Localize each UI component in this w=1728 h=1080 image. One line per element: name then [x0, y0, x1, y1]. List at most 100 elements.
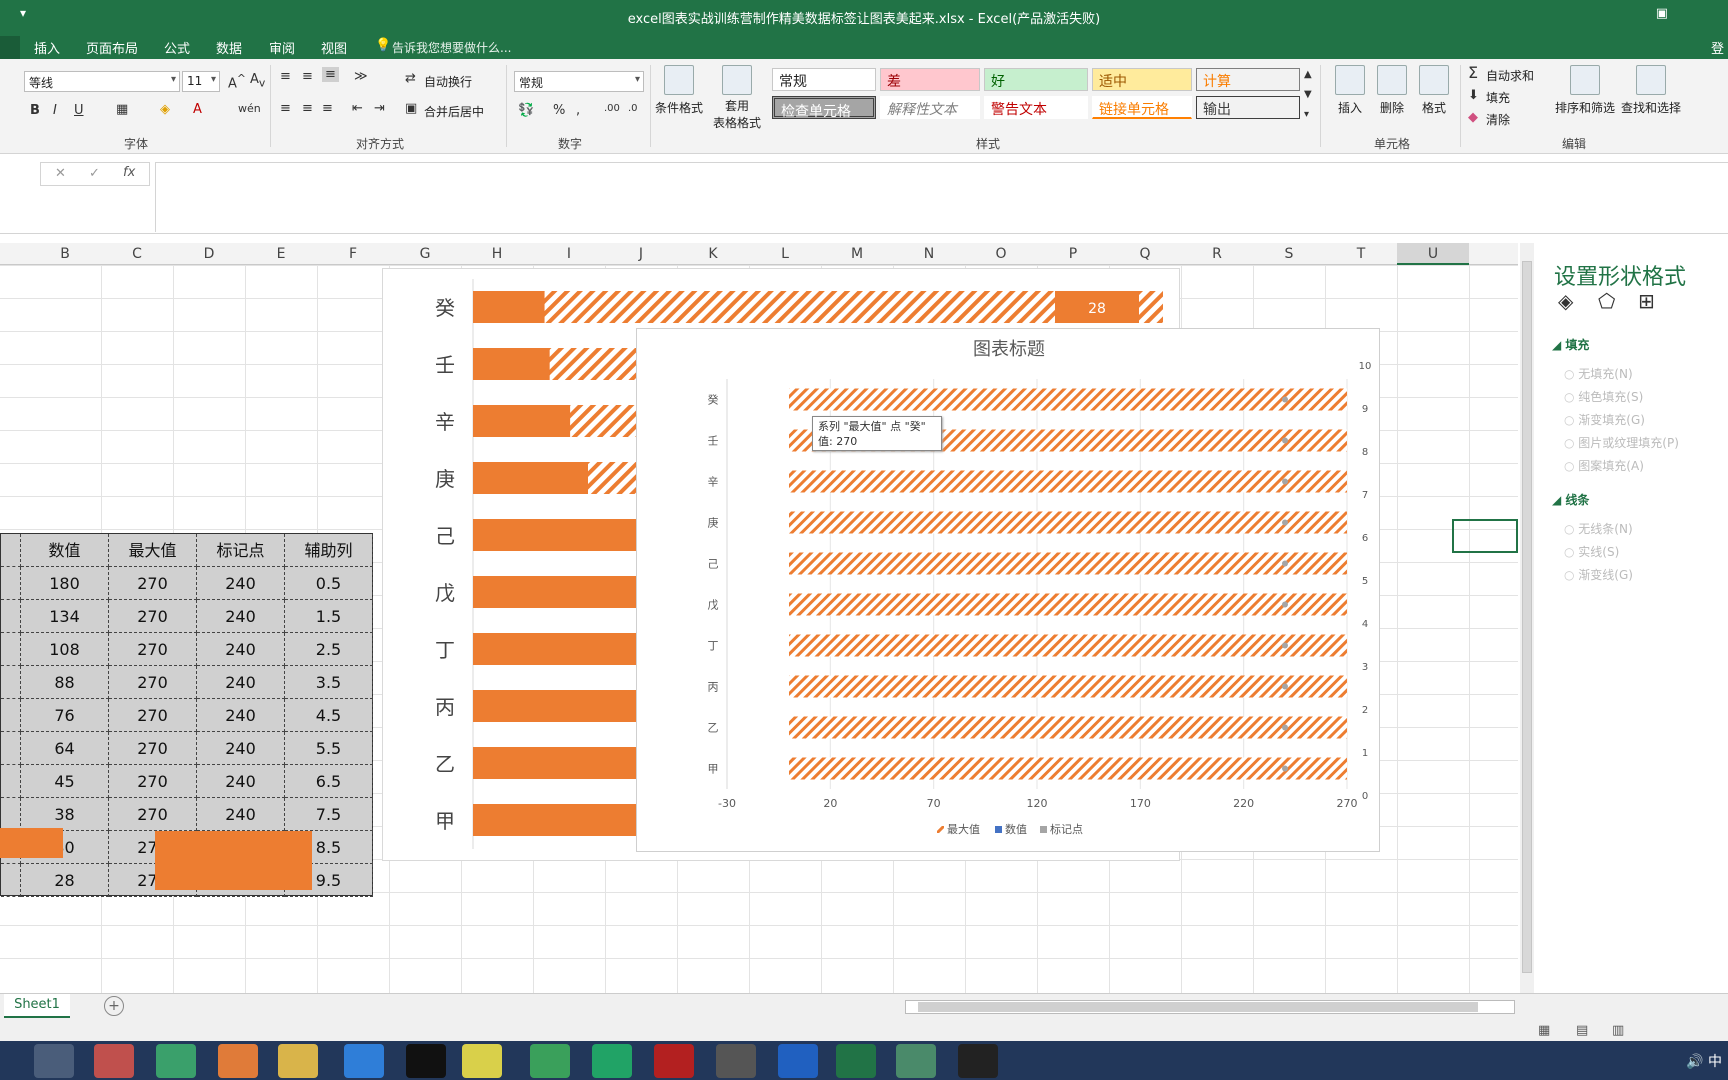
table-cell-a[interactable]	[1, 567, 21, 600]
underline-icon[interactable]: U	[74, 103, 84, 118]
chart2-max-bar[interactable]	[789, 552, 1347, 575]
table-cell-a[interactable]	[1, 864, 21, 897]
style-neutral[interactable]: 适中	[1092, 68, 1192, 91]
file-explorer-icon[interactable]	[278, 1044, 318, 1078]
font-color-icon[interactable]: A	[193, 102, 202, 117]
column-header-G[interactable]: G	[389, 246, 461, 262]
sort-filter-button[interactable]: 排序和筛选	[1554, 65, 1616, 116]
table-cell[interactable]: 6.5	[285, 765, 373, 798]
style-good[interactable]: 好	[984, 68, 1088, 91]
column-header-M[interactable]: M	[821, 246, 893, 262]
conditional-format-button[interactable]: 条件格式	[654, 65, 704, 116]
style-check-cell[interactable]: 检查单元格	[772, 96, 876, 120]
bar-chart-foreground[interactable]: 图表标题 -30 20 70 120 170 220 270 癸壬辛庚己戊丁丙乙甲 0 1 2 3 4 5 6…	[636, 328, 1380, 852]
bold-icon[interactable]: B	[30, 103, 40, 118]
chart2-marker-point[interactable]	[1282, 601, 1288, 608]
chart1-value-bar[interactable]	[473, 348, 550, 380]
table-header-cell[interactable]: 最大值	[109, 534, 197, 567]
solidworks-icon[interactable]	[654, 1044, 694, 1078]
number-format-select[interactable]: 常规	[514, 71, 644, 92]
effects-icon[interactable]: ⬠	[1598, 289, 1615, 313]
orange-shape-left[interactable]	[0, 828, 63, 858]
column-header-H[interactable]: H	[461, 246, 533, 262]
table-cell[interactable]: 270	[109, 765, 197, 798]
table-cell[interactable]: 64	[21, 732, 109, 765]
align-bottom-icon[interactable]: ≡	[322, 67, 339, 82]
fill-option-picture[interactable]: 图片或纹理填充(P)	[1564, 434, 1679, 451]
column-header-O[interactable]: O	[965, 246, 1037, 262]
chart2-marker-point[interactable]	[1282, 683, 1288, 690]
photo-app-icon[interactable]	[94, 1044, 134, 1078]
excel-app-icon[interactable]	[836, 1044, 876, 1078]
fill-option-pattern[interactable]: 图案填充(A)	[1564, 457, 1644, 474]
tab-review[interactable]: 审阅	[269, 38, 295, 57]
column-header-N[interactable]: N	[893, 246, 965, 262]
table-cell-a[interactable]	[1, 666, 21, 699]
chart1-value-bar[interactable]	[473, 462, 588, 494]
normal-view-icon[interactable]: ▦	[1538, 1023, 1550, 1038]
record-app-icon[interactable]	[958, 1044, 998, 1078]
tab-data[interactable]: 数据	[216, 38, 242, 57]
table-cell[interactable]: 5.5	[285, 732, 373, 765]
table-header-cell[interactable]: 数值	[21, 534, 109, 567]
selected-cell[interactable]	[1452, 519, 1518, 553]
chart2-marker-point[interactable]	[1282, 437, 1288, 444]
fill-button[interactable]: 填充	[1486, 89, 1510, 106]
currency-icon[interactable]: 💱	[518, 103, 534, 118]
ok-app-icon[interactable]	[406, 1044, 446, 1078]
messenger-app-icon[interactable]	[462, 1044, 502, 1078]
bluetooth-icon[interactable]	[778, 1044, 818, 1078]
column-header-U[interactable]: U	[1397, 246, 1469, 262]
atom-app-icon[interactable]	[156, 1044, 196, 1078]
chart2-marker-point[interactable]	[1282, 765, 1288, 772]
tab-file[interactable]	[0, 36, 20, 59]
percent-icon[interactable]: %	[553, 103, 565, 118]
column-header-P[interactable]: P	[1037, 246, 1109, 262]
fill-option-none[interactable]: 无填充(N)	[1564, 365, 1632, 382]
column-header-C[interactable]: C	[101, 246, 173, 262]
fill-section-header[interactable]: ◢ 填充	[1552, 336, 1589, 353]
format-cells-button[interactable]: 格式	[1414, 65, 1454, 116]
column-header-L[interactable]: L	[749, 246, 821, 262]
orientation-icon[interactable]: ≫	[354, 69, 368, 84]
fill-color-icon[interactable]: ◈	[160, 102, 170, 117]
chart2-marker-point[interactable]	[1282, 724, 1288, 731]
confirm-icon[interactable]: ✓	[89, 166, 100, 181]
restore-window-icon[interactable]: ▣	[1656, 6, 1668, 21]
table-cell[interactable]: 76	[21, 699, 109, 732]
chart2-marker-point[interactable]	[1282, 396, 1288, 403]
column-header-Q[interactable]: Q	[1109, 246, 1181, 262]
decrease-decimal-icon[interactable]: .0	[628, 103, 638, 114]
column-header-J[interactable]: J	[605, 246, 677, 262]
autosum-button[interactable]: 自动求和	[1486, 67, 1534, 84]
table-cell[interactable]: 240	[197, 666, 285, 699]
align-top-icon[interactable]: ≡	[280, 69, 291, 84]
font-name-select[interactable]: 等线	[24, 71, 180, 92]
chart2-legend-entry[interactable]: 数值	[1005, 823, 1027, 836]
formula-input[interactable]	[155, 162, 1728, 232]
table-cell[interactable]: 270	[109, 633, 197, 666]
align-middle-icon[interactable]: ≡	[302, 69, 313, 84]
table-cell[interactable]: 270	[109, 600, 197, 633]
insert-function-icon[interactable]: fx	[123, 165, 135, 180]
table-cell[interactable]: 270	[109, 666, 197, 699]
table-cell[interactable]: 240	[197, 798, 285, 831]
table-cell-a[interactable]	[1, 699, 21, 732]
italic-icon[interactable]: I	[53, 103, 57, 118]
chart2-max-bar[interactable]	[789, 511, 1347, 534]
align-right-icon[interactable]: ≡	[322, 101, 333, 116]
table-cell-a[interactable]	[1, 534, 21, 567]
comma-icon[interactable]: ,	[576, 103, 580, 118]
table-header-cell[interactable]: 标记点	[197, 534, 285, 567]
fill-option-gradient[interactable]: 渐变填充(G)	[1564, 411, 1645, 428]
chart1-value-bar[interactable]	[473, 519, 637, 551]
chart2-max-bar[interactable]	[789, 470, 1347, 493]
table-cell[interactable]: 45	[21, 765, 109, 798]
decrease-indent-icon[interactable]: ⇤	[352, 101, 363, 116]
fill-option-solid[interactable]: 纯色填充(S)	[1564, 388, 1643, 405]
tab-insert[interactable]: 插入	[34, 38, 60, 57]
line-option-none[interactable]: 无线条(N)	[1564, 520, 1632, 537]
table-cell[interactable]: 270	[109, 699, 197, 732]
tab-formulas[interactable]: 公式	[164, 38, 190, 57]
vertical-scroll-thumb[interactable]	[1522, 261, 1532, 973]
